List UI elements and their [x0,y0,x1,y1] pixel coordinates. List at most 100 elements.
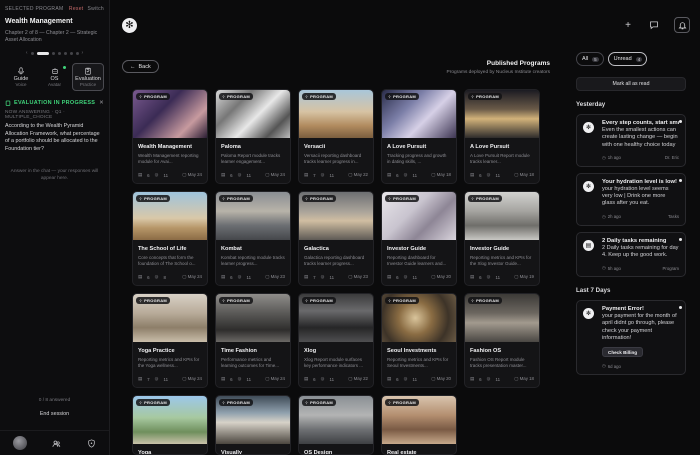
arrow-left-icon: ← [130,63,136,70]
end-session-button[interactable]: End session [0,411,109,417]
lesson-count: 11 [329,274,335,280]
program-date: ▢ May 18 [514,172,534,178]
program-card[interactable]: ⊹ PROGRAM Fashion OS Fashion OS Report mod… [464,293,540,388]
program-card[interactable]: ⊹ PROGRAM OS Design [298,395,374,455]
program-date-text: May 24 [187,376,202,381]
answered-count: 0 / 8 answered [38,398,71,403]
program-date-text: May 18 [519,172,534,177]
program-card[interactable]: ⊹ PROGRAM Kombat Kombat reporting module t… [215,191,291,286]
program-pill: ⊹ PROGRAM [385,297,420,304]
tab-guide[interactable]: Guide Voice [5,63,37,91]
program-pill: ⊹ PROGRAM [219,297,254,304]
program-description: Galactica reporting dashboard tracks lea… [304,255,365,267]
reset-link[interactable]: Reset [69,6,84,12]
chapter-count: 7 [147,376,150,382]
notification-body: your hydration level seems very low | Dr… [602,185,669,207]
program-date: ▢ May 24 [182,376,202,382]
program-date: ▢ May 23 [265,274,285,280]
gear-icon: ✻ [583,308,594,320]
mark-all-read-button[interactable]: Mark all as read [576,77,686,91]
notification-card[interactable]: ▤ 2 Daily tasks remaining 2 Daily tasks re… [576,231,686,278]
program-card[interactable]: ⊹ PROGRAM The School of Life Core concepts… [132,191,208,286]
program-card[interactable]: ⊹ PROGRAM Seoul Investments Reporting metr… [381,293,457,388]
program-card[interactable]: ⊹ PROGRAM Yoga [132,395,208,455]
lessons-icon: ◎ [320,274,325,279]
program-date-text: May 19 [519,274,534,279]
tab-evaluation[interactable]: Evaluation Practice [72,63,104,92]
program-pill: ⊹ PROGRAM [468,195,503,202]
program-thumbnail: ⊹ PROGRAM [465,192,539,240]
filter-all-button[interactable]: All 5 [576,52,604,66]
next-chapter-icon[interactable]: › [82,50,84,56]
lesson-count: 11 [246,274,252,280]
program-card[interactable]: ⊹ PROGRAM Visually [215,395,291,455]
lessons-icon: ◎ [403,274,408,279]
clock-icon: ◷ [602,213,606,219]
program-thumbnail: ⊹ PROGRAM [465,294,539,342]
lesson-count: 8 [163,274,166,280]
program-date-text: May 23 [270,274,285,279]
lessons-icon: ◎ [320,172,325,177]
check-billing-button[interactable]: Check Billing [602,347,644,358]
lesson-count: 11 [329,376,335,382]
avatar[interactable] [12,436,27,450]
close-icon[interactable]: ✕ [99,100,104,106]
notification-card[interactable]: ✻ Your hydration level is low! your hydrat… [576,172,686,226]
program-card[interactable]: ⊹ PROGRAM A Love Pursuit Tracking progress… [381,89,457,184]
program-card[interactable]: ⊹ PROGRAM Paloma Paloma Report module trac… [215,89,291,184]
program-card[interactable]: ⊹ PROGRAM Wealth Management Wealth Managem… [132,89,208,184]
notification-time: 5h ago [607,265,621,271]
lessons-icon: ◎ [486,172,491,177]
program-card[interactable]: ⊹ PROGRAM Galactica Galactica reporting da… [298,191,374,286]
program-name: The School of Life [138,246,187,252]
online-dot [62,66,66,70]
logo-icon[interactable]: ✻ [122,18,137,33]
notification-body: 2 Daily tasks remaining for day 4. Keep … [602,244,679,258]
chapters-icon: ▤ [138,172,143,177]
program-date-text: May 24 [270,376,285,381]
program-pill: ⊹ PROGRAM [468,297,503,304]
chat-icon[interactable] [648,19,660,31]
back-button[interactable]: ← Back [122,60,159,73]
program-date: ▢ May 24 [182,172,202,178]
plus-icon[interactable]: + [622,19,634,31]
tab-os[interactable]: OS Avatar [39,63,71,91]
chapters-icon: ▤ [138,376,143,381]
program-date-text: May 18 [436,172,451,177]
users-icon[interactable] [52,439,61,448]
lessons-icon: ◎ [403,172,408,177]
unread-dot [679,306,682,310]
program-card[interactable]: ⊹ PROGRAM Xlog Xlog Report module surfaces… [298,293,374,388]
shield-icon[interactable] [87,438,96,448]
chapter-count: 6 [230,274,233,280]
clipboard-icon [5,100,11,106]
notification-card[interactable]: ✻ Payment Error! your payment for the mont… [576,300,686,376]
prev-chapter-icon[interactable]: ‹ [26,50,28,56]
program-name: Investor Guide [387,246,427,252]
program-card[interactable]: ⊹ PROGRAM Versacii Versacii reporting dash… [298,89,374,184]
program-thumbnail: ⊹ PROGRAM [465,90,539,138]
program-date-text: May 22 [353,172,368,177]
program-date: ▢ May 23 [348,274,368,280]
back-label: Back [138,63,151,70]
notification-card[interactable]: ✻ Every step counts, start sma Even the sm… [576,114,686,167]
notification-body: Even the smallest actions can create las… [602,127,678,148]
chapters-icon: ▤ [387,172,392,177]
program-name: Visually [221,450,243,455]
program-date-text: May 20 [436,376,451,381]
program-thumbnail: ⊹ PROGRAM [133,396,207,444]
program-card[interactable]: ⊹ PROGRAM Yoga Practice Reporting metrics … [132,293,208,388]
switch-link[interactable]: Switch [87,6,104,12]
program-card[interactable]: ⊹ PROGRAM Investor Guide Reporting metrics… [464,191,540,286]
program-card[interactable]: ⊹ PROGRAM Real estate [381,395,457,455]
unread-dot [679,120,682,123]
evaluation-question: According to the Wealth Pyramid Allocati… [5,123,100,152]
chapter-count: 6 [396,376,399,382]
program-card[interactable]: ⊹ PROGRAM A Love Pursuit A Love Pursuit Re… [464,89,540,184]
bell-icon[interactable] [674,17,690,33]
program-card[interactable]: ⊹ PROGRAM Investor Guide Reporting dashboa… [381,191,457,286]
program-card[interactable]: ⊹ PROGRAM Time Fashion Performance metrics… [215,293,291,388]
filter-all-label: All [582,56,589,62]
filter-unread-button[interactable]: Unread 4 [607,52,648,66]
evaluation-hint: Answer in the chat — your responses will… [10,169,99,181]
